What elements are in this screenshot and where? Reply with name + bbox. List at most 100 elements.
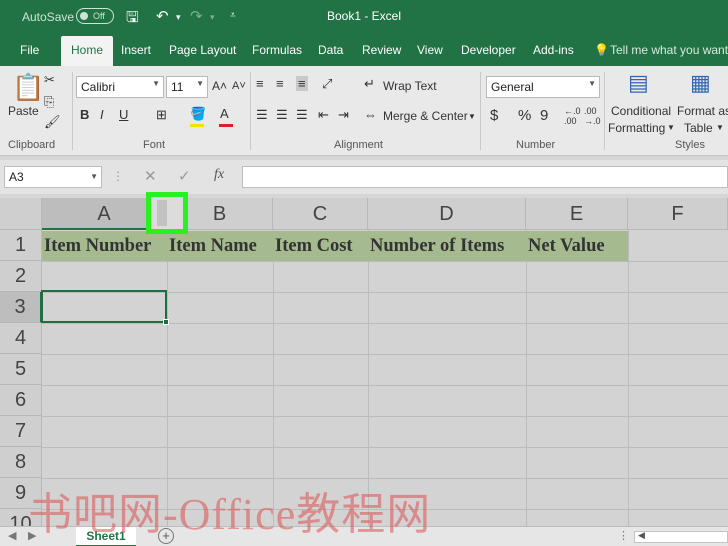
percent-button[interactable]: % <box>518 107 531 124</box>
column-header-d[interactable]: D <box>368 198 526 230</box>
font-group-label: Font <box>143 139 166 151</box>
gridline <box>526 230 527 528</box>
column-boundary-highlight[interactable] <box>146 192 188 234</box>
tab-insert[interactable]: Insert <box>121 43 151 57</box>
chevron-down-icon: ▼ <box>90 172 98 181</box>
orientation-icon[interactable]: ⤢ <box>322 76 332 92</box>
cut-icon[interactable]: ✂ <box>44 72 55 88</box>
paste-icon[interactable]: 📋 <box>12 72 44 103</box>
increase-font-icon[interactable]: A˄ <box>212 79 227 93</box>
horizontal-scrollbar[interactable]: ◀ <box>634 530 728 543</box>
cancel-icon[interactable]: ✕ <box>144 167 157 185</box>
chevron-down-icon: ▼ <box>667 123 675 132</box>
conditional-formatting-label-1[interactable]: Conditional <box>611 104 671 118</box>
format-painter-icon[interactable]: 🖌 <box>44 114 61 130</box>
align-top-icon[interactable]: ≡ <box>256 76 264 91</box>
ribbon-tabs: File Home Insert Page Layout Formulas Da… <box>0 34 728 66</box>
formula-input[interactable] <box>242 166 728 188</box>
wrap-text-button[interactable]: Wrap Text <box>383 79 437 93</box>
comma-button[interactable]: 9 <box>540 107 548 124</box>
tab-data[interactable]: Data <box>318 43 343 57</box>
row-header-6[interactable]: 6 <box>0 385 42 416</box>
italic-button[interactable]: I <box>100 107 104 122</box>
tab-review[interactable]: Review <box>362 43 401 57</box>
wrap-text-icon: ↵ <box>364 76 375 91</box>
align-right-icon[interactable]: ☰ <box>296 107 308 123</box>
row-header-4[interactable]: 4 <box>0 323 42 354</box>
decrease-decimal-icon[interactable]: .00 →.0 <box>584 106 601 126</box>
merge-center-button[interactable]: Merge & Center <box>383 109 468 123</box>
chevron-down-icon: ▼ <box>716 123 724 132</box>
tab-page-layout[interactable]: Page Layout <box>169 43 236 57</box>
conditional-formatting-label-2[interactable]: Formatting <box>608 121 665 135</box>
row-header-2[interactable]: 2 <box>0 261 42 292</box>
tab-home[interactable]: Home <box>61 36 114 66</box>
underline-button[interactable]: U <box>119 107 128 122</box>
tab-add-ins[interactable]: Add-ins <box>533 43 574 57</box>
more-options-icon[interactable]: ⋮ <box>618 529 629 542</box>
fill-handle[interactable] <box>163 319 169 325</box>
selected-cell-a3[interactable] <box>41 290 169 325</box>
row-header-5[interactable]: 5 <box>0 354 42 385</box>
row-header-8[interactable]: 8 <box>0 447 42 478</box>
enter-icon[interactable]: ✓ <box>178 167 191 185</box>
increase-decimal-icon[interactable]: ←.0.00 <box>564 106 581 126</box>
row-header-1[interactable]: 1 <box>0 230 42 261</box>
tab-formulas[interactable]: Formulas <box>252 43 302 57</box>
decrease-font-icon[interactable]: A˅ <box>232 80 246 92</box>
format-as-table-label-2[interactable]: Table <box>684 121 713 135</box>
tab-view[interactable]: View <box>417 43 443 57</box>
paste-label[interactable]: Paste <box>8 104 39 118</box>
conditional-formatting-icon[interactable]: ▤ <box>628 70 649 96</box>
cell-b1[interactable]: Item Name <box>167 231 273 261</box>
increase-indent-icon[interactable]: ⇥ <box>338 107 349 123</box>
name-box[interactable]: A3 ▼ <box>4 166 102 188</box>
font-size-value: 11 <box>171 80 184 94</box>
column-header-e[interactable]: E <box>526 198 628 230</box>
scroll-left-icon[interactable]: ◀ <box>638 530 645 541</box>
formula-bar: A3 ▼ ⋮ ✕ ✓ fx <box>0 160 728 194</box>
column-header-f[interactable]: F <box>628 198 728 230</box>
more-icon: ⋮ <box>112 169 124 183</box>
insert-function-icon[interactable]: fx <box>214 167 224 183</box>
tab-developer[interactable]: Developer <box>461 43 516 57</box>
number-format-select[interactable]: General ▼ <box>486 76 600 98</box>
align-bottom-icon[interactable]: ≡ <box>296 76 308 91</box>
merge-center-icon: ⇔ <box>364 107 377 122</box>
sheet-nav-prev-icon[interactable]: ◀ <box>8 529 16 542</box>
alignment-group-label: Alignment <box>334 139 383 151</box>
cell-d1[interactable]: Number of Items <box>368 231 526 261</box>
clipboard-group-label: Clipboard <box>8 139 56 151</box>
align-middle-icon[interactable]: ≡ <box>276 76 284 91</box>
fill-color-icon[interactable]: 🪣 <box>190 106 206 122</box>
cell-e1[interactable]: Net Value <box>526 231 628 261</box>
cell-c1[interactable]: Item Cost <box>273 231 368 261</box>
gridline <box>42 447 728 448</box>
font-size-select[interactable]: 11 ▼ <box>166 76 208 98</box>
decrease-indent-icon[interactable]: ⇤ <box>318 107 329 123</box>
styles-group-label: Styles <box>675 139 705 151</box>
row-header-7[interactable]: 7 <box>0 416 42 447</box>
align-left-icon[interactable]: ☰ <box>256 107 268 123</box>
cell-a1[interactable]: Item Number <box>42 231 167 261</box>
font-color-swatch <box>219 124 233 127</box>
format-as-table-label-1[interactable]: Format as <box>677 104 728 118</box>
borders-icon[interactable]: ⊞ <box>156 107 167 123</box>
align-center-icon[interactable]: ☰ <box>276 107 288 123</box>
column-resize-handle[interactable] <box>157 200 167 226</box>
bold-button[interactable]: B <box>80 107 89 122</box>
column-header-c[interactable]: C <box>273 198 368 230</box>
row-header-3[interactable]: 3 <box>0 292 42 323</box>
copy-icon[interactable]: ⎘ <box>44 94 54 110</box>
lightbulb-icon: 💡 <box>594 43 609 57</box>
chevron-down-icon[interactable]: ▼ <box>468 112 476 121</box>
tell-me-box[interactable]: Tell me what you want <box>610 43 728 57</box>
font-color-icon[interactable]: A <box>220 106 229 121</box>
gridline <box>42 261 728 262</box>
currency-button[interactable]: $ <box>490 107 498 124</box>
gridline <box>42 354 728 355</box>
select-all-corner[interactable] <box>0 198 42 230</box>
tab-file[interactable]: File <box>20 43 39 57</box>
format-as-table-icon[interactable]: ▦ <box>690 70 711 96</box>
font-name-select[interactable]: Calibri ▼ <box>76 76 164 98</box>
